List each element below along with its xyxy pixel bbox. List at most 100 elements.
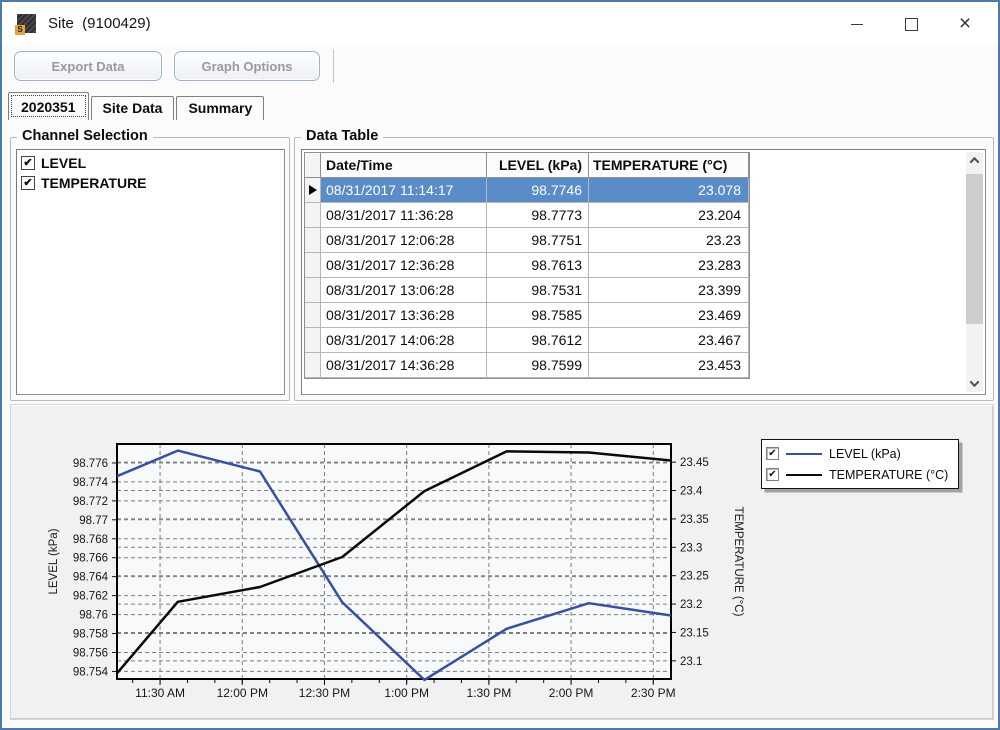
data-grid: Date/TimeLEVEL (kPa)TEMPERATURE (°C)08/3… xyxy=(304,152,750,379)
minimize-icon xyxy=(851,24,863,25)
y-left-tick-label: 98.758 xyxy=(73,629,108,641)
cell-datetime[interactable]: 08/31/2017 14:36:28 xyxy=(321,353,487,378)
chevron-up-icon xyxy=(970,157,980,167)
tab-summary[interactable]: Summary xyxy=(176,96,264,120)
window-title: Site (9100429) xyxy=(48,15,151,32)
y-left-tick-label: 98.774 xyxy=(73,477,109,489)
table-row[interactable]: 08/31/2017 12:36:2898.761323.283 xyxy=(305,253,749,278)
table-row[interactable]: 08/31/2017 11:36:2898.777323.204 xyxy=(305,203,749,228)
channel-selection-group: Channel Selection ✔LEVEL✔TEMPERATURE xyxy=(10,137,290,401)
cell-level[interactable]: 98.7773 xyxy=(487,203,589,228)
table-row[interactable]: 08/31/2017 13:06:2898.753123.399 xyxy=(305,278,749,303)
cell-level[interactable]: 98.7585 xyxy=(487,303,589,328)
cell-datetime[interactable]: 08/31/2017 11:14:17 xyxy=(321,178,487,203)
channel-item-temperature: ✔ TEMPERATURE xyxy=(19,173,282,193)
cell-level[interactable]: 98.7751 xyxy=(487,228,589,253)
table-row[interactable]: 08/31/2017 14:36:2898.759923.453 xyxy=(305,353,749,378)
cell-datetime[interactable]: 08/31/2017 12:36:28 xyxy=(321,253,487,278)
export-data-button[interactable]: Export Data xyxy=(14,51,162,81)
y-right-tick-label: 23.3 xyxy=(680,542,702,554)
cell-level[interactable]: 98.7613 xyxy=(487,253,589,278)
table-scrollbar[interactable] xyxy=(966,152,983,392)
cell-datetime[interactable]: 08/31/2017 13:06:28 xyxy=(321,278,487,303)
close-button[interactable]: × xyxy=(938,2,992,46)
row-selector-cell[interactable] xyxy=(305,178,321,203)
cell-temperature[interactable]: 23.467 xyxy=(589,328,749,353)
x-tick-label: 11:30 AM xyxy=(135,686,185,700)
cell-temperature[interactable]: 23.469 xyxy=(589,303,749,328)
cell-temperature[interactable]: 23.453 xyxy=(589,353,749,378)
cell-datetime[interactable]: 08/31/2017 13:36:28 xyxy=(321,303,487,328)
y-right-tick-label: 23.1 xyxy=(680,656,702,668)
y-left-tick-label: 98.768 xyxy=(73,534,108,546)
x-tick-label: 1:00 PM xyxy=(384,686,429,700)
minimize-button[interactable] xyxy=(830,2,884,46)
tab-site-data[interactable]: Site Data xyxy=(91,96,175,120)
cell-level[interactable]: 98.7599 xyxy=(487,353,589,378)
window-controls: × xyxy=(830,2,992,46)
cell-temperature[interactable]: 23.283 xyxy=(589,253,749,278)
channel-checkbox-temperature[interactable]: ✔ xyxy=(21,176,35,190)
y-axis-title-left: LEVEL (kPa) xyxy=(48,528,60,594)
legend-label: TEMPERATURE (°C) xyxy=(829,468,948,482)
maximize-icon xyxy=(905,18,918,31)
y-right-tick-label: 23.45 xyxy=(680,457,709,469)
legend-checkbox-temperature-c[interactable]: ✔ xyxy=(766,468,779,481)
channel-label-temperature: TEMPERATURE xyxy=(41,173,147,193)
x-tick-label: 2:30 PM xyxy=(631,686,676,700)
data-table-title: Data Table xyxy=(301,128,383,144)
cell-datetime[interactable]: 08/31/2017 14:06:28 xyxy=(321,328,487,353)
cell-level[interactable]: 98.7746 xyxy=(487,178,589,203)
table-row[interactable]: 08/31/2017 14:06:2898.761223.467 xyxy=(305,328,749,353)
x-tick-label: 1:30 PM xyxy=(467,686,512,700)
cell-datetime[interactable]: 08/31/2017 12:06:28 xyxy=(321,228,487,253)
y-left-tick-label: 98.754 xyxy=(73,666,109,678)
y-left-tick-label: 98.766 xyxy=(73,553,108,565)
cell-temperature[interactable]: 23.204 xyxy=(589,203,749,228)
legend-line-sample xyxy=(786,474,822,476)
scroll-up-button[interactable] xyxy=(966,152,983,169)
legend-checkbox-level-kpa[interactable]: ✔ xyxy=(766,447,779,460)
cell-level[interactable]: 98.7612 xyxy=(487,328,589,353)
y-right-tick-label: 23.4 xyxy=(680,486,703,498)
cell-datetime[interactable]: 08/31/2017 11:36:28 xyxy=(321,203,487,228)
tab-2020351[interactable]: 2020351 xyxy=(8,92,89,120)
row-selector-header xyxy=(305,153,321,178)
x-tick-label: 12:00 PM xyxy=(217,686,268,700)
cell-temperature[interactable]: 23.23 xyxy=(589,228,749,253)
y-left-tick-label: 98.762 xyxy=(73,591,108,603)
channel-checkbox-level[interactable]: ✔ xyxy=(21,156,35,170)
chart-panel: 98.77698.77498.77298.7798.76898.76698.76… xyxy=(10,404,994,720)
legend-label: LEVEL (kPa) xyxy=(829,447,901,461)
table-row[interactable]: 08/31/2017 11:14:1798.774623.078 xyxy=(305,178,749,203)
cell-temperature[interactable]: 23.078 xyxy=(589,178,749,203)
cell-level[interactable]: 98.7531 xyxy=(487,278,589,303)
chart-legend: ✔ LEVEL (kPa) ✔ TEMPERATURE (°C) xyxy=(761,439,959,489)
scroll-down-button[interactable] xyxy=(966,375,983,392)
cell-temperature[interactable]: 23.399 xyxy=(589,278,749,303)
row-selector-cell[interactable] xyxy=(305,228,321,253)
row-selector-cell[interactable] xyxy=(305,303,321,328)
toolbar-separator xyxy=(333,49,334,83)
row-selector-cell[interactable] xyxy=(305,328,321,353)
maximize-button[interactable] xyxy=(884,2,938,46)
graph-options-button[interactable]: Graph Options xyxy=(174,51,320,81)
chevron-down-icon xyxy=(970,377,980,387)
row-selector-cell[interactable] xyxy=(305,353,321,378)
table-row[interactable]: 08/31/2017 13:36:2898.758523.469 xyxy=(305,303,749,328)
data-table-group: Data Table Date/TimeLEVEL (kPa)TEMPERATU… xyxy=(294,137,994,401)
y-left-tick-label: 98.77 xyxy=(79,515,108,527)
y-right-tick-label: 23.35 xyxy=(680,514,709,526)
column-header-level: LEVEL (kPa) xyxy=(487,153,589,178)
row-selector-cell[interactable] xyxy=(305,253,321,278)
x-tick-label: 2:00 PM xyxy=(549,686,594,700)
legend-entry-temperature-c: ✔ TEMPERATURE (°C) xyxy=(766,464,948,485)
y-left-tick-label: 98.764 xyxy=(73,572,109,584)
legend-entry-level-kpa: ✔ LEVEL (kPa) xyxy=(766,443,948,464)
table-row[interactable]: 08/31/2017 12:06:2898.775123.23 xyxy=(305,228,749,253)
scrollbar-thumb[interactable] xyxy=(966,174,983,324)
row-selector-cell[interactable] xyxy=(305,278,321,303)
y-left-tick-label: 98.76 xyxy=(79,610,108,622)
row-selector-cell[interactable] xyxy=(305,203,321,228)
app-window: S Site (9100429) × Export Data Graph Opt… xyxy=(0,0,1000,730)
